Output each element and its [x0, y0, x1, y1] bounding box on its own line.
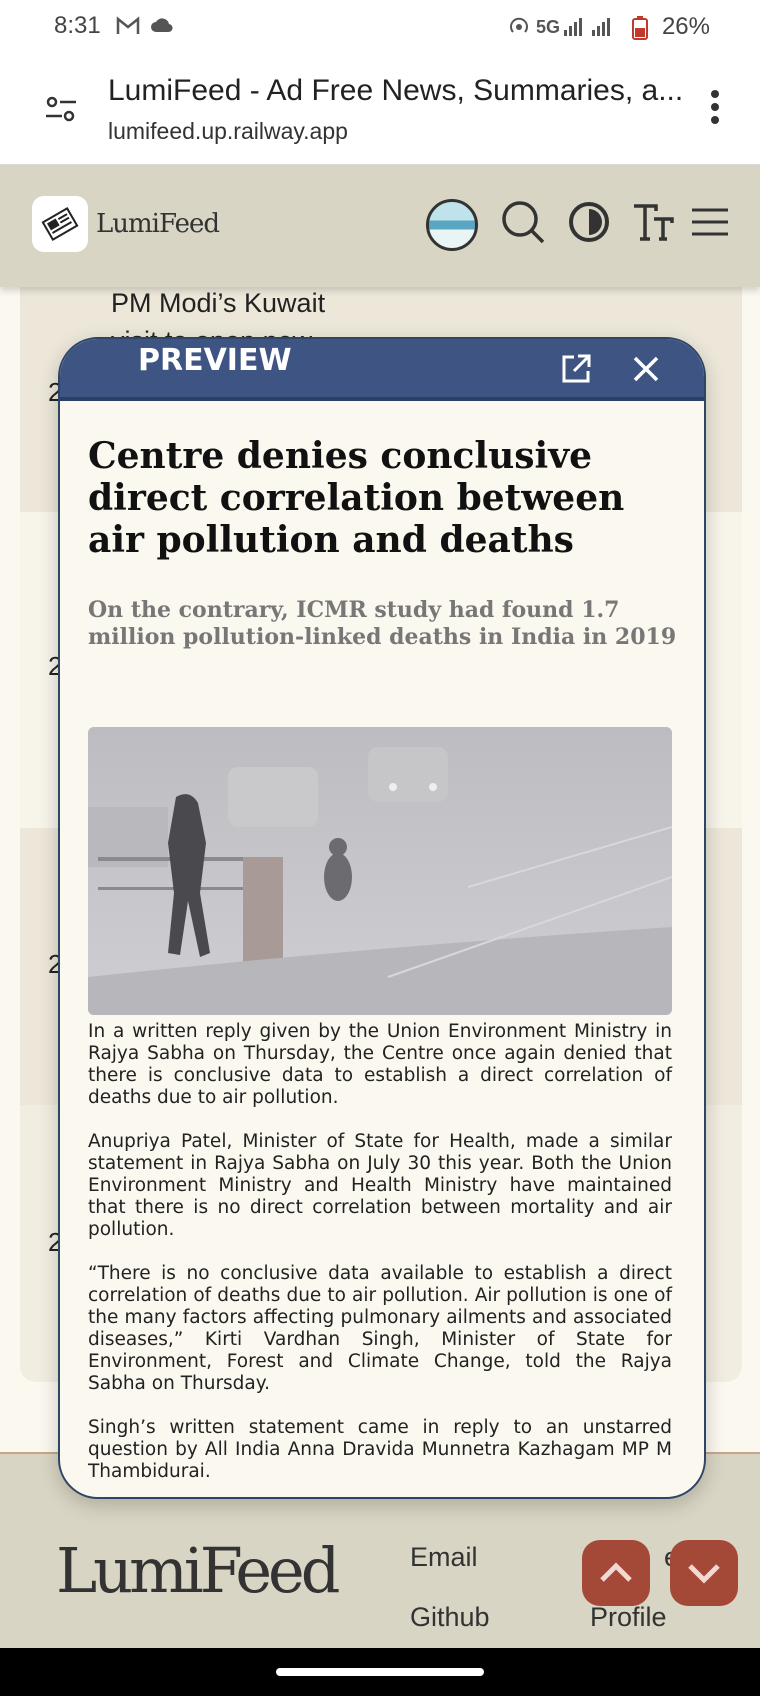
article-paragraph: “There is no conclusive data available t… — [88, 1263, 672, 1394]
home-gesture-bar[interactable] — [276, 1668, 484, 1676]
article-subtitle: On the contrary, ICMR study had found 1.… — [88, 597, 677, 650]
url-text[interactable]: lumifeed.up.railway.app — [108, 118, 348, 145]
footer-link-profile[interactable]: Profile — [590, 1602, 667, 1633]
close-icon[interactable] — [630, 353, 662, 385]
system-nav-bar — [0, 1648, 760, 1696]
preview-modal: PREVIEW Centre denies conclusive direct … — [58, 337, 706, 1499]
article-paragraph: Anupriya Patel, Minister of State for He… — [88, 1131, 672, 1240]
article-paragraph: Singh’s written statement came in reply … — [88, 1417, 672, 1482]
site-settings-icon[interactable] — [44, 92, 78, 126]
list-item-headline[interactable]: PM Modi’s Kuwait visit to open new — [111, 284, 341, 340]
article-body: In a written reply given by the Union En… — [88, 1021, 672, 1497]
browser-menu-icon[interactable] — [700, 90, 730, 130]
hamburger-menu-icon[interactable] — [690, 207, 730, 242]
battery-percent: 26% — [661, 13, 710, 40]
status-bar: 8:31 5G 26% — [0, 0, 760, 56]
footer-link-github[interactable]: Github — [410, 1602, 490, 1633]
page-title[interactable]: LumiFeed - Ad Free News, Summaries, a... — [108, 74, 683, 108]
network-type: 5G — [536, 17, 561, 37]
article-paragraph: In a written reply given by the Union En… — [88, 1021, 672, 1108]
theme-toggle-icon[interactable] — [568, 201, 610, 248]
article-image — [88, 727, 672, 1015]
user-avatar[interactable] — [426, 199, 478, 251]
footer-logo[interactable]: LumiFeed — [56, 1534, 340, 1607]
preview-header: PREVIEW — [60, 339, 704, 401]
article-title: Centre denies conclusive direct correlat… — [88, 435, 625, 561]
battery-icon — [632, 16, 648, 46]
preview-label: PREVIEW — [138, 343, 292, 378]
text-size-icon[interactable] — [632, 203, 674, 246]
scroll-up-button[interactable] — [582, 1540, 650, 1606]
hotspot-icon — [508, 16, 530, 44]
status-time: 8:31 — [54, 12, 101, 39]
gmail-icon — [116, 16, 140, 42]
site-header: LumiFeed — [0, 165, 760, 287]
cloud-icon — [150, 16, 174, 40]
lumifeed-logo-icon[interactable] — [32, 196, 88, 252]
browser-toolbar: LumiFeed - Ad Free News, Summaries, a...… — [0, 56, 760, 165]
footer-link-email[interactable]: Email — [410, 1542, 478, 1573]
open-external-icon[interactable] — [560, 353, 592, 385]
signal-icon — [562, 16, 612, 44]
site-logo-text[interactable]: LumiFeed — [96, 209, 220, 239]
scroll-down-button[interactable] — [670, 1540, 738, 1606]
search-icon[interactable] — [500, 199, 546, 250]
